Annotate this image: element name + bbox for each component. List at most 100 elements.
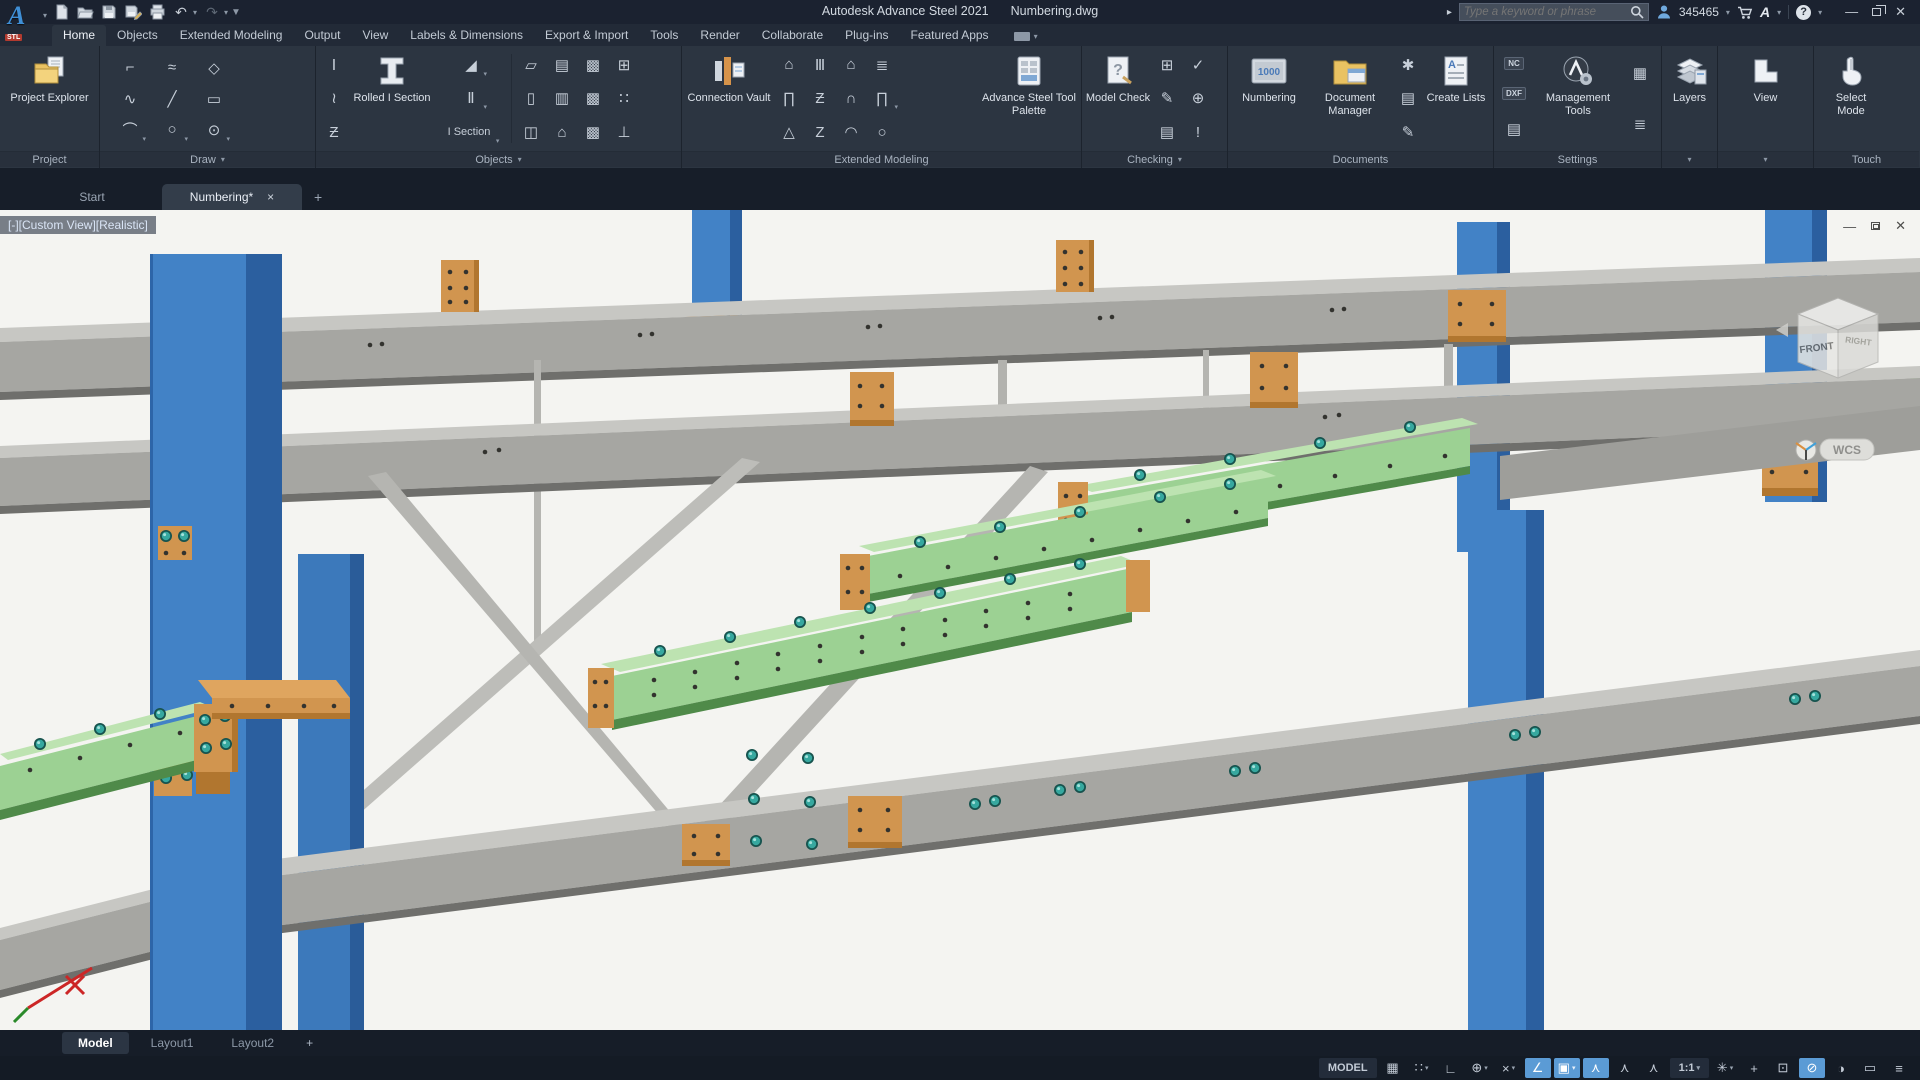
beam-tapered-icon[interactable]: ◢▾ — [458, 53, 484, 77]
polygon-icon[interactable]: ◇ — [201, 56, 227, 80]
signed-in-user[interactable]: 345465 — [1679, 5, 1719, 19]
layers-button[interactable]: Layers — [1665, 48, 1715, 149]
plate-shear-icon[interactable]: ◫ — [518, 120, 544, 144]
tie-rod[interactable] — [534, 360, 541, 645]
dxf-badge[interactable]: DXF — [1502, 87, 1526, 100]
i-section-flyout-icon[interactable]: I Section▾ — [446, 120, 497, 144]
drawing-minimize-button[interactable]: — — [1843, 219, 1856, 234]
column-back-left[interactable] — [298, 554, 364, 1030]
beam-poly-icon[interactable]: Ƶ — [321, 120, 347, 144]
polyline-icon[interactable]: ⌐ — [117, 56, 143, 80]
file-tab-start[interactable]: Start — [22, 184, 162, 210]
search-box[interactable] — [1459, 3, 1649, 21]
panel-label-checking[interactable]: Checking▾ — [1082, 151, 1227, 167]
minimize-button[interactable]: — — [1845, 5, 1858, 19]
redo-button[interactable]: ↷ — [203, 3, 221, 21]
autodesk-exchange-icon[interactable]: A — [1760, 4, 1770, 20]
grating-bar-icon[interactable]: ▩ — [580, 120, 606, 144]
help-icon[interactable]: ? — [1796, 5, 1811, 20]
plate-vertical-icon[interactable]: ▯ — [518, 86, 544, 110]
new-tab-button[interactable]: + — [302, 184, 334, 210]
ellipse-icon[interactable]: ⊙▾ — [201, 118, 227, 142]
close-button[interactable]: ✕ — [1895, 5, 1906, 19]
graphics-performance-toggle[interactable]: ◑ — [1828, 1058, 1854, 1078]
frame-gable-icon[interactable]: ⌂ — [776, 53, 802, 77]
layout-tab-layout2[interactable]: Layout2 — [215, 1032, 290, 1054]
layout-tab-layout1[interactable]: Layout1 — [135, 1032, 210, 1054]
clean-screen-toggle[interactable]: ▭ — [1857, 1058, 1883, 1078]
clash-check-icon[interactable]: ⊞ — [1154, 53, 1180, 77]
document-settings-icon[interactable]: ✱ — [1395, 53, 1421, 77]
drawing-restore-button[interactable] — [1871, 222, 1880, 230]
brace-apex-plate[interactable] — [682, 824, 730, 866]
document-manager-button[interactable]: Document Manager — [1308, 48, 1392, 149]
purlin-z-icon[interactable]: Z — [807, 120, 833, 144]
document-revision-icon[interactable]: ✎ — [1395, 120, 1421, 144]
search-input[interactable] — [1464, 6, 1630, 18]
document-table-icon[interactable]: ▤ — [1395, 86, 1421, 110]
line-icon[interactable]: ╱ — [159, 87, 185, 111]
project-explorer-button[interactable]: Project Explorer — [5, 48, 95, 149]
steel-connection-check-icon[interactable]: ✎ — [1154, 86, 1180, 110]
menu-tab-tools[interactable]: Tools — [639, 25, 689, 46]
app-store-cart-icon[interactable] — [1737, 5, 1753, 20]
curtain-wall-icon[interactable]: Ⅲ — [807, 53, 833, 77]
redo-caret-icon[interactable]: ▾ — [224, 8, 228, 17]
object-snap-toggle[interactable]: ⋏ — [1612, 1058, 1638, 1078]
polar-tracking-toggle[interactable]: ⊕▾ — [1467, 1058, 1493, 1078]
create-lists-button[interactable]: A Create Lists — [1424, 48, 1488, 149]
ortho-mode-toggle[interactable]: ∟ — [1438, 1058, 1464, 1078]
user-menu-caret-icon[interactable]: ▾ — [1726, 8, 1730, 17]
panel-label-draw[interactable]: Draw▾ — [100, 151, 315, 167]
spline-icon[interactable]: ∿ — [117, 87, 143, 111]
beam-compound-icon[interactable]: Ⅱ▾ — [458, 86, 484, 110]
undo-button[interactable]: ↶ — [172, 3, 190, 21]
beam-i-icon[interactable]: Ⅰ — [321, 53, 347, 77]
menu-tab-labels-dimensions[interactable]: Labels & Dimensions — [399, 25, 534, 46]
menu-tab-output[interactable]: Output — [293, 25, 351, 46]
plot-button[interactable] — [148, 3, 166, 21]
numbering-button[interactable]: 1000 Numbering — [1231, 48, 1307, 149]
plate-folded-icon[interactable]: ▤ — [549, 53, 575, 77]
export-settings-icon[interactable]: ▤ — [1501, 117, 1527, 141]
osnap-3d-toggle[interactable]: ⋏ — [1583, 1058, 1609, 1078]
display-check-icon[interactable]: ▤ — [1154, 120, 1180, 144]
roof-hip-icon[interactable]: ∩ — [838, 86, 864, 110]
open-file-button[interactable] — [76, 3, 94, 21]
rolled-i-section-button[interactable]: Rolled I Section — [350, 48, 434, 149]
user-avatar-icon[interactable] — [1656, 4, 1672, 20]
menu-tab-view[interactable]: View — [351, 25, 399, 46]
nc-badge[interactable]: NC — [1504, 57, 1524, 70]
grating-standard-icon[interactable]: ▩ — [580, 53, 606, 77]
ribbon-display-toggle[interactable]: ▾ — [1014, 32, 1038, 46]
selection-cycling-toggle[interactable]: ▣▾ — [1554, 1058, 1580, 1078]
menu-tab-plug-ins[interactable]: Plug-ins — [834, 25, 899, 46]
shear-stud-icon[interactable]: ⊥ — [611, 120, 637, 144]
model-check-button[interactable]: ? Model Check — [1085, 48, 1151, 149]
plate-twisted-icon[interactable]: ▥ — [549, 86, 575, 110]
audit-report-icon[interactable]: ! — [1185, 120, 1211, 144]
menu-tab-collaborate[interactable]: Collaborate — [751, 25, 834, 46]
file-tab-numbering[interactable]: Numbering*× — [162, 184, 302, 210]
wcs-indicator[interactable]: WCS — [1796, 439, 1874, 460]
workspace-switching-toggle[interactable]: ✳▾ — [1712, 1058, 1738, 1078]
menu-tab-export-import[interactable]: Export & Import — [534, 25, 639, 46]
connection-vault-button[interactable]: Connection Vault — [685, 48, 773, 149]
customize-quick-access-icon[interactable]: ▼ — [231, 7, 241, 18]
annotation-visibility-toggle[interactable]: + — [1741, 1058, 1767, 1078]
hardware-acceleration-toggle[interactable]: ⊡ — [1770, 1058, 1796, 1078]
center-of-gravity-icon[interactable]: ⊕ — [1185, 86, 1211, 110]
dynamic-ucs-toggle[interactable]: ⋏ — [1641, 1058, 1667, 1078]
table-settings-icon[interactable]: ▦ — [1627, 61, 1653, 85]
bolt-pattern-icon[interactable]: ∷ — [611, 86, 637, 110]
exchange-caret-icon[interactable]: ▾ — [1777, 8, 1781, 17]
help-caret-icon[interactable]: ▾ — [1818, 8, 1822, 17]
viewport[interactable]: FRONT RIGHT WCS [-][Custom View][Realist… — [0, 210, 1920, 1030]
model-space-button[interactable]: MODEL — [1319, 1058, 1377, 1078]
advance-steel-tool-palette-button[interactable]: Advance Steel Tool Palette — [980, 48, 1078, 149]
railing-icon[interactable]: ∏▾ — [869, 86, 895, 110]
menu-tab-objects[interactable]: Objects — [106, 25, 169, 46]
roof-shed-icon[interactable]: ◠ — [838, 120, 864, 144]
sketch-line-icon[interactable]: ≈ — [159, 56, 185, 80]
search-icon[interactable] — [1630, 5, 1644, 19]
